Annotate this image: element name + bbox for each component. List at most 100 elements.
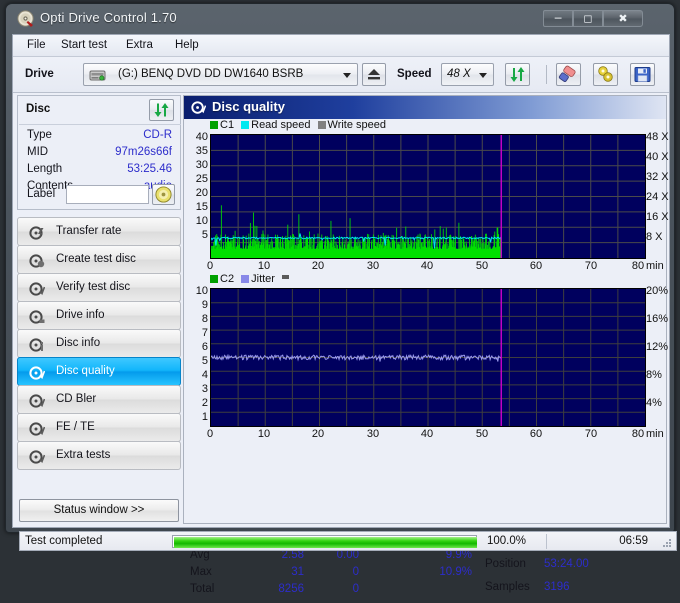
disc-label-button[interactable] [152,184,175,205]
c1-xtick: 60 [529,260,543,272]
drive-select[interactable]: (G:) BENQ DVD DD DW1640 BSRB [83,63,358,86]
stats-row-label: Total [190,583,215,595]
stats-value-c2: 0 [352,583,359,595]
sidebar-item-label: Extra tests [56,449,111,461]
progress-fill [174,537,477,548]
disc-label-input[interactable] [66,185,149,204]
menu-start-test[interactable]: Start test [56,39,112,51]
legend-swatch-write-speed [317,121,326,129]
tools-button[interactable] [593,63,618,86]
c1-ytick: 10 [195,215,208,227]
disc-label-key: Label [27,188,56,200]
disc-create-icon [29,253,45,269]
disc-quality-icon [191,100,207,115]
info-label-samples: Samples [485,581,530,593]
c1-plot-area [210,134,646,259]
drive-value: (G:) BENQ DVD DD DW1640 BSRB [118,68,304,80]
progress-bar [172,535,477,548]
c2-y2tick: 12% [646,341,669,353]
eject-button[interactable] [362,63,386,86]
c2-xtick: 20 [311,428,325,440]
minimize-button[interactable]: ─ [543,10,573,27]
c2-ytick: 9 [201,299,208,311]
c2-xtick: 10 [257,428,271,440]
sidebar-item-disc-info[interactable]: Disc info [17,329,181,358]
sidebar-item-label: Verify test disc [56,281,131,293]
c2-y2tick: 4% [646,397,662,409]
sidebar-item-verify-test-disc[interactable]: Verify test disc [17,273,181,302]
c1-xaxis-label: min [646,260,664,272]
sidebar-item-label: Create test disc [56,253,136,265]
page-title: Disc quality [212,99,285,114]
c2-ytick: 1 [201,411,208,423]
eject-icon [368,69,380,80]
c2-xaxis-label: min [646,428,664,440]
c2-xtick: 30 [366,428,380,440]
resize-grip[interactable] [661,537,672,548]
sidebar-item-drive-info[interactable]: Drive info [17,301,181,330]
disc-info-box: Disc Type CD-R MID 97m26s66f Length 53:2… [17,95,181,210]
status-window-button[interactable]: Status window >> [19,499,179,522]
jitter-plot-area [210,288,646,427]
c1-xtick: 10 [257,260,271,272]
legend-label-c2: C2 [220,273,235,285]
c1-xtick: 50 [475,260,489,272]
refresh-icon [154,103,169,117]
c2-xtick: 50 [475,428,489,440]
close-icon: ✖ [618,12,628,25]
c1-ytick: 15 [195,201,208,213]
maximize-icon: ◻ [583,12,593,25]
disc-row-type: Type CD-R [18,129,182,146]
c2-jitter-chart: C2 Jitter 10 9 8 7 6 5 4 3 2 1 20% 16% 1… [184,273,668,443]
cd-icon [155,186,172,203]
close-button[interactable]: ✖ [603,10,643,27]
refresh-icon [510,67,525,82]
window-title: Opti Drive Control 1.70 [40,10,177,25]
progress-percent-label: 100.0% [487,535,527,547]
save-icon [634,67,651,82]
c2-ytick: 5 [201,355,208,367]
sidebar-item-extra-tests[interactable]: Extra tests [17,441,181,470]
legend-label-write-speed: Write speed [327,119,387,131]
c2-ytick: 10 [195,285,208,297]
c1-y2tick: 16 X [646,211,669,223]
legend-swatch-extra [282,275,290,279]
erase-button[interactable] [556,63,581,86]
disc-refresh-button[interactable] [149,99,174,121]
speed-value: 48 X [447,68,471,80]
menu-extra[interactable]: Extra [121,39,158,51]
info-label-position: Position [485,558,526,570]
info-value-samples: 3196 [544,581,570,593]
sidebar-item-fe-te[interactable]: FE / TE [17,413,181,442]
c1-ytick: 30 [195,159,208,171]
maximize-button[interactable]: ◻ [573,10,603,27]
sidebar-item-transfer-rate[interactable]: Transfer rate [17,217,181,246]
speed-select[interactable]: 48 X [441,63,494,86]
c2-xtick: 60 [529,428,543,440]
app-disc-icon [17,10,34,27]
disc-info-icon [29,337,45,353]
menu-help[interactable]: Help [170,39,204,51]
save-button[interactable] [630,63,655,86]
sidebar-item-disc-quality[interactable]: Disc quality [17,357,181,386]
info-value-position: 53:24.00 [544,558,589,570]
c1-y2tick: 32 X [646,171,669,183]
c2-y2tick: 8% [646,369,662,381]
sidebar-item-label: Drive info [56,309,105,321]
drive-label: Drive [25,68,54,80]
menu-file[interactable]: File [22,39,51,51]
legend-swatch-read-speed [241,121,250,129]
legend-label-jitter: Jitter [251,273,275,285]
title-bar: Opti Drive Control 1.70 ─ ◻ ✖ [6,4,674,34]
disc-key: Type [27,129,52,141]
elapsed-time-label: 06:59 [619,535,648,547]
sidebar-item-create-test-disc[interactable]: Create test disc [17,245,181,274]
stats-value-c1: 8256 [278,583,304,595]
chevron-down-icon [479,73,487,78]
legend-label-c1: C1 [220,119,235,131]
c1-xtick: 0 [206,260,214,272]
sidebar-item-cd-bler[interactable]: CD Bler [17,385,181,414]
c1-ytick: 20 [195,187,208,199]
refresh-button[interactable] [505,63,530,86]
c1-ytick: 25 [195,173,208,185]
